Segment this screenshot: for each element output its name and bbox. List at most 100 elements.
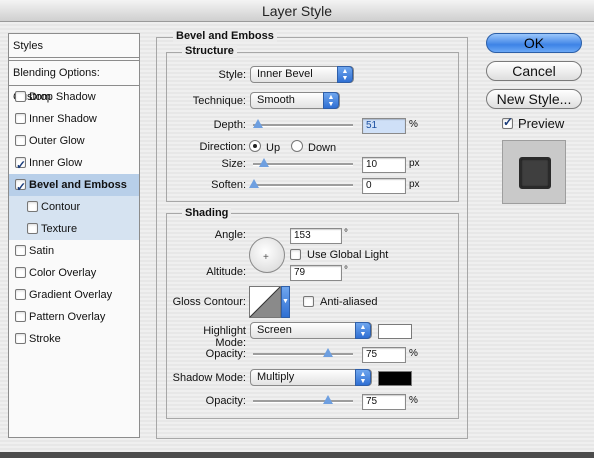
inner-glow-checkbox[interactable] (15, 154, 26, 176)
slider-thumb[interactable] (323, 395, 333, 404)
technique-select[interactable]: Smooth ▲ ▼ (250, 92, 340, 109)
chevron-updown-icon: ▲ ▼ (323, 92, 339, 109)
sidebar-item-label: Pattern Overlay (29, 311, 106, 323)
sidebar-item-inner-shadow[interactable]: Inner Shadow (9, 108, 139, 130)
technique-select-value: Smooth (257, 94, 295, 106)
shadow-mode-select[interactable]: Multiply ▲ ▼ (250, 369, 372, 386)
highlight-color-swatch[interactable] (378, 324, 412, 339)
altitude-unit: ° (344, 265, 348, 276)
title-bar: Layer Style (0, 0, 594, 22)
sidebar-item-drop-shadow[interactable]: Drop Shadow (9, 86, 139, 108)
drop-shadow-checkbox[interactable] (15, 91, 26, 102)
sidebar-item-label: Texture (41, 223, 78, 235)
angle-dial[interactable]: + (249, 237, 285, 273)
bevel-emboss-title: Bevel and Emboss (173, 30, 277, 42)
new-style-button[interactable]: New Style... (486, 89, 582, 109)
preview-checkbox[interactable] (502, 115, 513, 129)
sidebar-item-label: Outer Glow (29, 135, 85, 147)
sidebar-item-label: Stroke (29, 333, 61, 345)
altitude-label: Altitude: (206, 266, 246, 278)
style-select[interactable]: Inner Bevel ▲ ▼ (250, 66, 354, 83)
preview-thumbnail (519, 157, 551, 189)
use-global-light-label: Use Global Light (307, 249, 389, 261)
contour-checkbox[interactable] (27, 201, 38, 212)
shadow-color-swatch[interactable] (378, 371, 412, 386)
shading-title: Shading (182, 207, 232, 219)
soften-input[interactable]: 0 (362, 178, 406, 194)
soften-slider[interactable] (249, 179, 353, 188)
sidebar-item-stroke[interactable]: Stroke (9, 328, 139, 350)
sidebar-item-blending-options[interactable]: Blending Options: Custom (9, 60, 139, 103)
shadow-opacity-input[interactable]: 75 (362, 394, 406, 410)
sidebar-item-inner-glow[interactable]: Inner Glow (9, 152, 139, 176)
sidebar-item-bevel-and-emboss[interactable]: Bevel and Emboss (9, 174, 139, 198)
sidebar-item-label: Satin (29, 245, 55, 257)
texture-checkbox[interactable] (27, 223, 38, 234)
slider-thumb[interactable] (253, 119, 263, 128)
direction-up-radio[interactable] (249, 140, 261, 152)
anti-aliased-label: Anti-aliased (320, 296, 378, 308)
depth-label: Depth: (213, 119, 246, 131)
slider-thumb[interactable] (259, 158, 269, 167)
layer-style-dialog: Layer Style Styles Blending Options: Cus… (0, 0, 594, 452)
sidebar-item-outer-glow[interactable]: Outer Glow (9, 130, 139, 152)
size-unit: px (409, 158, 420, 169)
highlight-opacity-slider[interactable] (253, 348, 353, 357)
sidebar-item-styles[interactable]: Styles (9, 34, 139, 58)
angle-label: Angle: (214, 229, 246, 241)
sidebar-item-label: Color Overlay (29, 267, 97, 279)
highlight-opacity-input[interactable]: 75 (362, 347, 406, 363)
bevel-emboss-checkbox[interactable] (15, 176, 26, 198)
angle-unit: ° (344, 228, 348, 239)
sidebar-item-texture[interactable]: Texture (9, 218, 139, 240)
style-preview (502, 140, 566, 204)
color-overlay-checkbox[interactable] (15, 267, 26, 278)
gloss-contour-picker[interactable]: ▼ (249, 286, 290, 318)
cancel-button[interactable]: Cancel (486, 61, 582, 81)
highlight-opacity-unit: % (409, 348, 418, 359)
angle-input[interactable]: 153 (290, 228, 342, 244)
outer-glow-checkbox[interactable] (15, 135, 26, 146)
direction-down-label: Down (308, 142, 337, 154)
size-slider[interactable] (253, 158, 353, 167)
contour-curve-icon (249, 286, 281, 318)
slider-thumb[interactable] (323, 348, 333, 357)
inner-shadow-checkbox[interactable] (15, 113, 26, 124)
pattern-overlay-checkbox[interactable] (15, 311, 26, 322)
shadow-mode-value: Multiply (257, 371, 295, 383)
direction-label: Direction: (199, 141, 246, 153)
sidebar-item-pattern-overlay[interactable]: Pattern Overlay (9, 306, 139, 328)
sidebar-item-color-overlay[interactable]: Color Overlay (9, 262, 139, 284)
gradient-overlay-checkbox[interactable] (15, 289, 26, 300)
style-select-value: Inner Bevel (257, 68, 313, 80)
sidebar-item-label: Contour (41, 201, 81, 213)
slider-thumb[interactable] (249, 179, 259, 188)
anti-aliased-checkbox[interactable] (303, 296, 314, 307)
size-label: Size: (221, 158, 246, 170)
bottom-edge (0, 452, 594, 458)
style-label: Style: (218, 69, 246, 81)
depth-input[interactable]: 51 (362, 118, 406, 134)
shadow-mode-label: Shadow Mode: (172, 372, 246, 384)
sidebar-item-label: Inner Shadow (29, 113, 97, 125)
chevron-updown-icon: ▲ ▼ (355, 369, 371, 386)
ok-button[interactable]: OK (486, 33, 582, 53)
chevron-updown-icon: ▲ ▼ (337, 66, 353, 83)
use-global-light-checkbox[interactable] (290, 249, 301, 260)
highlight-mode-select[interactable]: Screen ▲ ▼ (250, 322, 372, 339)
sidebar-item-contour[interactable]: Contour (9, 196, 139, 218)
shadow-opacity-slider[interactable] (253, 395, 353, 404)
sidebar-item-label: Gradient Overlay (29, 289, 113, 301)
chevron-down-icon: ▼ (281, 286, 290, 318)
direction-down-radio[interactable] (291, 140, 303, 152)
highlight-mode-label: Highlight Mode: (203, 325, 246, 349)
altitude-input[interactable]: 79 (290, 265, 342, 281)
preview-label: Preview (518, 116, 565, 131)
styles-sidebar: Styles Blending Options: Custom Drop Sha… (8, 33, 140, 438)
stroke-checkbox[interactable] (15, 333, 26, 344)
sidebar-item-satin[interactable]: Satin (9, 240, 139, 262)
sidebar-item-gradient-overlay[interactable]: Gradient Overlay (9, 284, 139, 306)
depth-slider[interactable] (253, 119, 353, 128)
satin-checkbox[interactable] (15, 245, 26, 256)
size-input[interactable]: 10 (362, 157, 406, 173)
